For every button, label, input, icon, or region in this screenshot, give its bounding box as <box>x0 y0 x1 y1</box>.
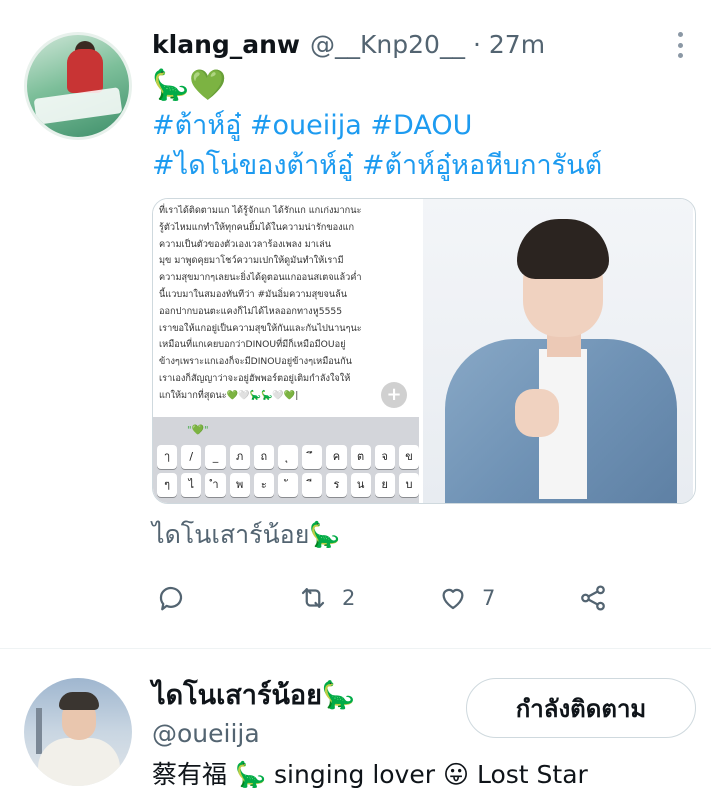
note-line: มุข มาพูดคุยมาโชว์ความเปกให้ดูมันทำให้เร… <box>159 255 344 267</box>
keyboard-key: ะ <box>253 473 274 497</box>
retweet-count: 2 <box>342 586 356 610</box>
hashtag-line-2[interactable]: #ไดโน่ของต้าห์อู๋ #ต้าห์อู๋หอหีบการันต์ <box>152 146 602 186</box>
user-card-bio: 蔡有福 🦕 singing lover 😛 Lost Star <box>152 760 588 789</box>
keyboard-key: ึ <box>302 445 323 469</box>
note-line: ความเป็นตัวของตัวเองเวลาร้องเพลง มาเล่น <box>159 238 331 250</box>
tweet-author-name[interactable]: klang_anw <box>152 30 300 59</box>
user-card[interactable]: ไดโนเสาร์น้อย🦕 @oueiija 蔡有福 🦕 singing lo… <box>0 650 711 808</box>
more-dot <box>677 53 683 58</box>
photo-hand <box>515 389 559 437</box>
tweet-author-avatar[interactable] <box>24 32 132 140</box>
following-button[interactable]: กำลังติดตาม <box>466 678 696 738</box>
keyboard-key: ย <box>374 473 395 497</box>
plus-icon: + <box>381 382 407 408</box>
avatar-figure-body <box>67 49 103 93</box>
note-line: ที่เราได้ติดตามแก ได้รู้จักแก ได้รักแก แ… <box>159 205 362 216</box>
hashtag-line-1[interactable]: #ต้าห์อู๋ #oueiija #DAOU <box>152 106 602 146</box>
like-count: 7 <box>482 586 496 610</box>
media-screenshot-image[interactable]: ที่เราได้ติดตามแก ได้รู้จักแก ได้รักแก แ… <box>153 199 423 503</box>
tweet-media[interactable]: ที่เราได้ติดตามแก ได้รู้จักแก ได้รักแก แ… <box>152 198 696 504</box>
section-divider <box>0 648 711 649</box>
avatar-background-tower <box>36 708 42 754</box>
keyboard-key: ร <box>326 473 347 497</box>
user-card-avatar[interactable] <box>24 678 132 786</box>
keyboard-key: ถ <box>253 445 274 469</box>
more-dot <box>677 32 683 37</box>
more-icon[interactable] <box>670 30 690 60</box>
avatar-coat <box>38 738 120 786</box>
note-line: รู้ตัวไหมแกทำให้ทุกคนยิ้มได้ในความน่ารัก… <box>159 221 355 233</box>
retweet-icon <box>301 588 325 608</box>
retweet-button[interactable]: 2 <box>298 578 355 618</box>
share-button[interactable] <box>578 578 608 618</box>
note-line: นี้แวบมาในสมองทันทีว่า #มันอิ่มความสุขจน… <box>159 288 348 300</box>
note-line: เราเองก็สัญญาว่าจะอยู่ฮัพพอร์ตอยู่เติมกำ… <box>159 372 351 384</box>
keyboard-key: ภ <box>229 445 250 469</box>
keyboard-key: ๆ <box>157 473 178 497</box>
keyboard-key: พ <box>229 473 250 497</box>
keyboard-key: / <box>181 445 202 469</box>
media-photo-image[interactable] <box>423 199 693 503</box>
keyboard-key: ี <box>302 473 323 497</box>
keyboard-key: ข <box>398 445 419 469</box>
reply-icon <box>159 586 183 611</box>
keyboard-key: ำ <box>205 473 226 497</box>
note-line: เราขอให้แกอยู่เป็นความสุขให้กันและกันไปน… <box>159 322 362 334</box>
tweet-actions: 2 7 <box>152 578 632 618</box>
user-card-name[interactable]: ไดโนเสาร์น้อย🦕 <box>152 678 356 714</box>
heart-icon <box>442 588 464 610</box>
more-dot <box>677 42 683 48</box>
keyboard-key: ั <box>277 473 299 497</box>
screenshot-note-text: ที่เราได้ติดตามแก ได้รู้จักแก ได้รักแก แ… <box>159 203 419 405</box>
note-line: ความสุขมากๆเลยนะยิ่งได้ดูตอนแกออนสเตจแล้… <box>159 272 362 284</box>
note-line: เหมือนที่แกเคยบอกว่าDINOUที่มีก็เหมือมีO… <box>159 339 346 351</box>
screenshot-keyboard: "💚" ๅ / _ ภ ถ ุ ึ ค ต จ ข ๆ ไ ำ <box>153 417 419 503</box>
keyboard-key: บ <box>398 473 419 497</box>
keyboard-key: จ <box>374 445 395 469</box>
keyboard-key: ๅ <box>157 445 178 469</box>
keyboard-key: _ <box>205 445 226 469</box>
reply-button[interactable] <box>156 578 200 618</box>
keyboard-suggestion: "💚" <box>187 424 209 436</box>
keyboard-row-1: ๅ / _ ภ ถ ุ ึ ค ต จ ข <box>153 443 419 471</box>
keyboard-key: น <box>350 473 371 497</box>
avatar-hair <box>59 692 99 710</box>
note-line: ข้างๆเพราะแกเองก็จะมีDINOUอยู่ข้างๆเหมือ… <box>159 356 352 368</box>
tweet-timestamp[interactable]: 27m <box>489 30 545 59</box>
user-card-handle[interactable]: @oueiija <box>152 718 260 750</box>
note-line: ออกปากบอนตะแคงก็ไม่ได้ไหลออกทางหู5555 <box>159 305 343 317</box>
keyboard-key: ต <box>350 445 371 469</box>
header-separator: · <box>472 30 481 59</box>
tweet-hashtags: #ต้าห์อู๋ #oueiija #DAOU #ไดโน่ของต้าห์อ… <box>152 106 602 186</box>
keyboard-key: ไ <box>181 473 202 497</box>
avatar-overlay-banner <box>33 87 123 125</box>
keyboard-key: ุ <box>277 445 299 469</box>
tweet[interactable]: klang_anw @__Knp20__ · 27m 🦕💚 #ต้าห์อู๋ … <box>0 0 711 650</box>
keyboard-key: ค <box>326 445 347 469</box>
photo-hair <box>517 219 609 279</box>
like-button[interactable]: 7 <box>438 578 495 618</box>
tweet-author-handle[interactable]: @__Knp20__ <box>310 30 465 59</box>
keyboard-row-2: ๆ ไ ำ พ ะ ั ี ร น ย บ <box>153 471 419 499</box>
tweet-header: klang_anw @__Knp20__ · 27m <box>152 30 545 64</box>
tweet-emoji-line: 🦕💚 <box>152 68 227 103</box>
tweet-caption: ไดโนเสาร์น้อย🦕 <box>152 520 341 549</box>
share-icon <box>581 585 605 611</box>
